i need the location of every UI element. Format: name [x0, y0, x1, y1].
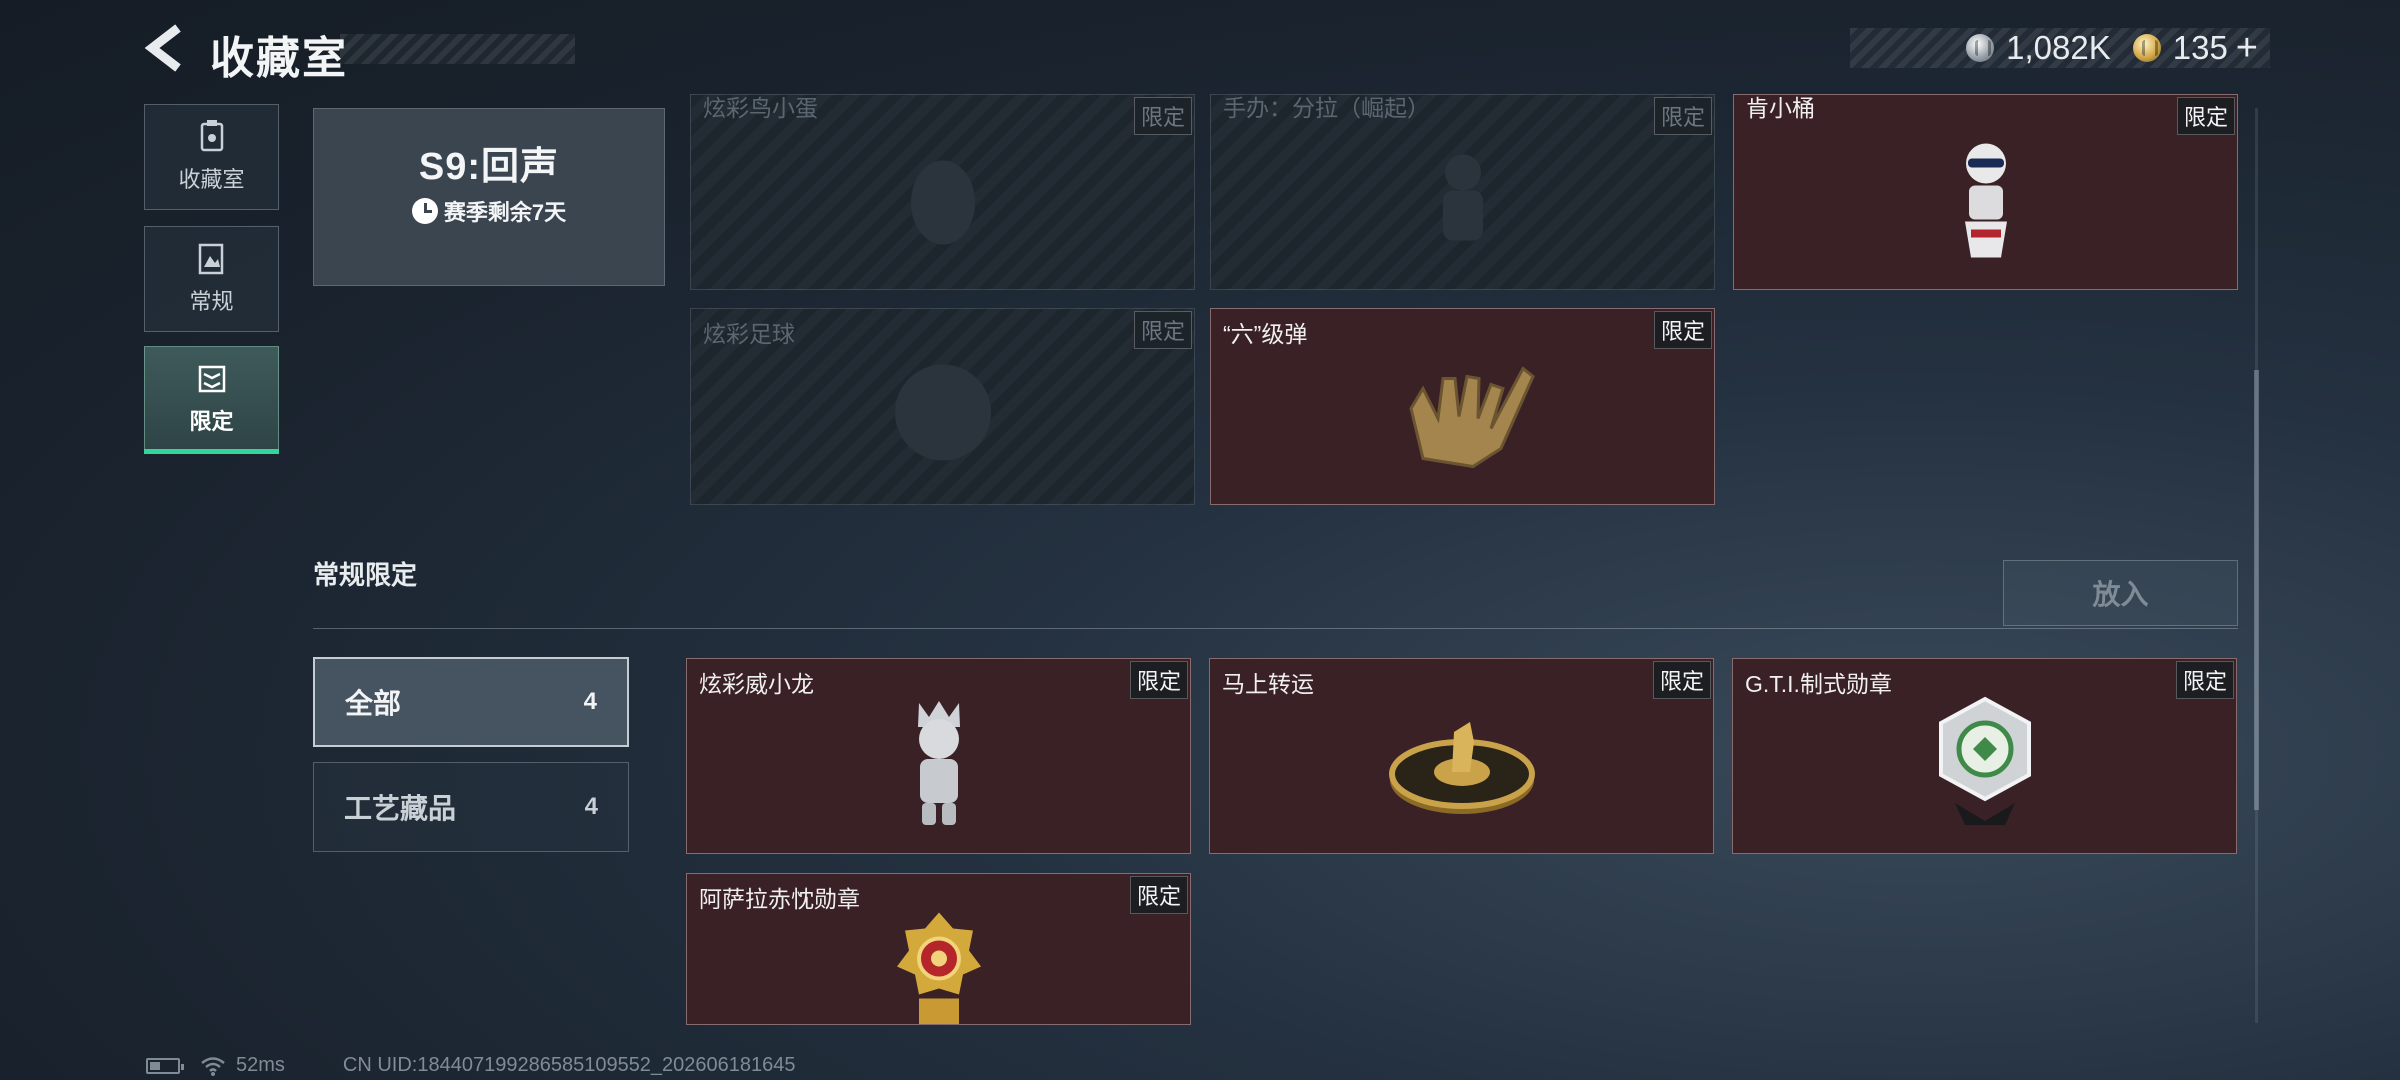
collection-card[interactable]: G.T.I.制式勋章 限定: [1732, 658, 2237, 854]
active-tab-indicator: [144, 449, 279, 454]
card-name: 炫彩足球: [703, 321, 795, 347]
gti-medal-art: [1938, 696, 2031, 825]
nav-item-label: 收藏室: [178, 167, 245, 192]
season-remaining-text: 赛季剩余7天: [443, 200, 567, 225]
ping-value: 52ms: [236, 1054, 285, 1076]
card-name: G.T.I.制式勋章: [1745, 671, 1892, 697]
football-art: [894, 364, 991, 460]
egg-figure-art: [910, 160, 975, 245]
limited-badge: 限定: [1653, 97, 1712, 135]
collection-card[interactable]: 炫彩足球 限定: [690, 308, 1195, 505]
silver-coin-icon: [1966, 34, 1995, 62]
limited-badge: 限定: [1652, 661, 1711, 699]
page-title: 收藏室: [210, 34, 348, 83]
nav-item-collection-room[interactable]: 收藏室: [144, 104, 279, 210]
card-name: 肯小桶: [1746, 95, 1815, 121]
collection-card[interactable]: 手办：分拉（崛起） 限定: [1210, 94, 1715, 290]
filter-all[interactable]: 全部 4: [313, 657, 629, 747]
season-card[interactable]: S9:回声 赛季剩余7天: [313, 108, 665, 286]
nav-item-label: 限定: [189, 409, 234, 434]
filter-label: 工艺藏品: [344, 793, 457, 824]
filter-count: 4: [584, 793, 598, 820]
silver-figure-art: [917, 701, 960, 825]
user-uid: CN UID:18440719928658510​9552_2026061816…: [342, 1054, 796, 1076]
limited-badge: 限定: [1653, 311, 1712, 349]
limited-icon: [198, 365, 225, 393]
gold-medal-art: [896, 912, 981, 1024]
regular-icon: [198, 243, 223, 275]
filter-craft-collectibles[interactable]: 工艺藏品 4: [313, 762, 629, 852]
battery-icon: [146, 1057, 184, 1074]
card-name: 炫彩威小龙: [699, 671, 814, 697]
add-currency-button[interactable]: +: [2236, 27, 2258, 70]
limited-badge: 限定: [2175, 661, 2234, 699]
card-name: 马上转运: [1222, 671, 1314, 697]
card-name: 炫彩鸟小蛋: [703, 95, 818, 121]
collection-card[interactable]: 肯小桶 限定: [1733, 94, 2238, 290]
filter-count: 4: [583, 688, 597, 715]
bucket-mascot-art: [1964, 143, 2007, 258]
status-footer: 52ms CN UID:18440719928658510​9552_20260…: [146, 1054, 796, 1077]
golden-hand-art: [1408, 365, 1535, 468]
currency-bar: 1,082K 135 +: [1850, 27, 2270, 70]
scrollbar-thumb[interactable]: [2254, 370, 2259, 810]
nav-item-regular[interactable]: 常规: [144, 226, 279, 332]
title-decoration: [340, 34, 575, 64]
card-name: 阿萨拉赤忱勋章: [699, 886, 860, 912]
card-name: “六”级弹: [1223, 321, 1308, 347]
limited-badge: 限定: [1129, 661, 1188, 699]
place-button[interactable]: 放入: [2003, 560, 2238, 626]
limited-badge: 限定: [1133, 311, 1192, 349]
silver-currency-value: 1,082K: [2006, 29, 2111, 66]
wifi-icon: [201, 1056, 225, 1076]
card-name: 手办：分拉（崛起）: [1223, 95, 1430, 121]
filter-label: 全部: [345, 688, 402, 719]
season-title: S9:回声: [418, 146, 560, 188]
nav-item-label: 常规: [189, 289, 234, 314]
section-divider: [313, 628, 2238, 629]
limited-badge: 限定: [1133, 97, 1192, 135]
season-remaining: 赛季剩余7天: [314, 195, 664, 227]
nav-item-limited[interactable]: 限定: [144, 346, 279, 452]
gold-coin-horse-art: [1388, 722, 1535, 814]
limited-badge: 限定: [2176, 97, 2235, 135]
collection-room-icon: [200, 120, 223, 152]
figure-art: [1442, 154, 1483, 241]
back-button[interactable]: [140, 22, 190, 74]
limited-badge: 限定: [1129, 876, 1188, 914]
section-title: 常规限定: [313, 560, 418, 590]
collection-card[interactable]: 阿萨拉赤忱勋章 限定: [686, 873, 1191, 1025]
collection-card[interactable]: 炫彩威小龙 限定: [686, 658, 1191, 854]
clock-icon: [411, 198, 438, 224]
gold-currency-value: 135: [2172, 29, 2228, 66]
collection-card[interactable]: “六”级弹 限定: [1210, 308, 1715, 505]
chevron-left-icon: [144, 24, 181, 72]
collection-card[interactable]: 马上转运 限定: [1209, 658, 1714, 854]
gold-coin-icon: [2132, 34, 2161, 62]
collection-card[interactable]: 炫彩鸟小蛋 限定: [690, 94, 1195, 290]
